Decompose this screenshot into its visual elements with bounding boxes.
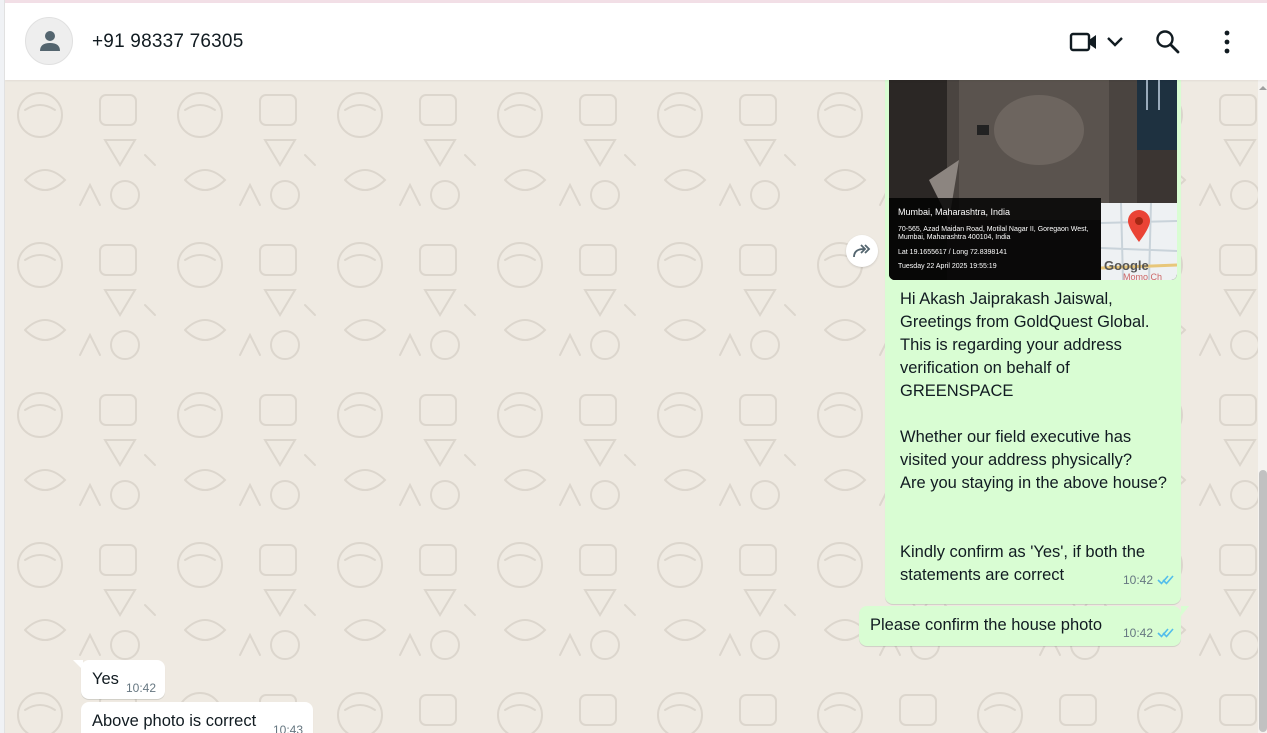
message-meta: 10:43 [273, 723, 303, 733]
geotag-datetime: Tuesday 22 April 2025 19:55:19 [898, 263, 997, 270]
message-text: Please confirm the house photo [870, 616, 1103, 634]
scrollbar-thumb[interactable] [1259, 470, 1267, 732]
avatar[interactable] [25, 17, 73, 65]
chat-window: +91 98337 76305 Mumbai, Maharashtra, Ind… [4, 0, 1267, 733]
message-time: 10:42 [126, 681, 157, 695]
forward-button[interactable] [846, 235, 878, 267]
geotag-address: 70-565, Azad Maidan Road, Motilal Nagar … [898, 226, 1089, 241]
message-time: 10:43 [273, 723, 304, 733]
geotag-overlay: Mumbai, Maharashtra, India 70-565, Azad … [889, 198, 1101, 280]
house-photo[interactable]: Mumbai, Maharashtra, India 70-565, Azad … [889, 80, 1177, 280]
geotag-city: Mumbai, Maharashtra, India [898, 207, 1011, 217]
map-google-logo: Google [1104, 258, 1149, 273]
contact-name[interactable]: +91 98337 76305 [92, 31, 243, 53]
scroll-up-arrow-icon[interactable] [1259, 84, 1267, 92]
video-camera-icon [1069, 32, 1096, 52]
more-options-button[interactable] [1217, 28, 1237, 56]
chat-scrollbar[interactable] [1258, 80, 1267, 733]
incoming-text-message[interactable]: Yes 10:42 [81, 660, 165, 699]
chevron-down-icon [1107, 37, 1123, 47]
search-icon [1156, 30, 1180, 54]
message-time: 10:42 [1122, 626, 1153, 640]
outgoing-text-message[interactable]: Please confirm the house photo 10:42 [859, 606, 1181, 646]
map-place-label: Momo Ch [1123, 272, 1163, 280]
incoming-text-message[interactable]: Above photo is correct 10:43 [81, 702, 313, 733]
geotag-latlong: Lat 19.1655617 / Long 72.8398141 [898, 249, 1007, 256]
person-icon [40, 31, 60, 51]
outgoing-photo-message[interactable]: Mumbai, Maharashtra, India 70-565, Azad … [885, 80, 1181, 604]
chat-header: +91 98337 76305 [5, 3, 1267, 80]
search-button[interactable] [1155, 28, 1181, 56]
forward-icon [853, 244, 871, 258]
message-meta: 10:42 [1123, 573, 1175, 587]
more-vertical-icon [1224, 30, 1230, 54]
video-call-button[interactable] [1065, 28, 1135, 56]
message-text: Yes [92, 670, 119, 688]
message-time: 10:42 [1122, 573, 1153, 587]
message-meta: 10:42 [126, 681, 156, 695]
message-list[interactable]: Mumbai, Maharashtra, India 70-565, Azad … [5, 80, 1258, 733]
map-pin-icon [1128, 210, 1150, 242]
double-check-icon [1157, 575, 1174, 585]
message-text: Hi Akash Jaiprakash Jaiswal, Greetings f… [900, 290, 1167, 584]
double-check-icon [1157, 628, 1174, 638]
message-text: Above photo is correct [92, 712, 257, 730]
message-meta: 10:42 [1123, 626, 1175, 640]
bubble-tail [1181, 606, 1189, 616]
map-thumbnail: Google Momo Ch [1101, 203, 1177, 280]
